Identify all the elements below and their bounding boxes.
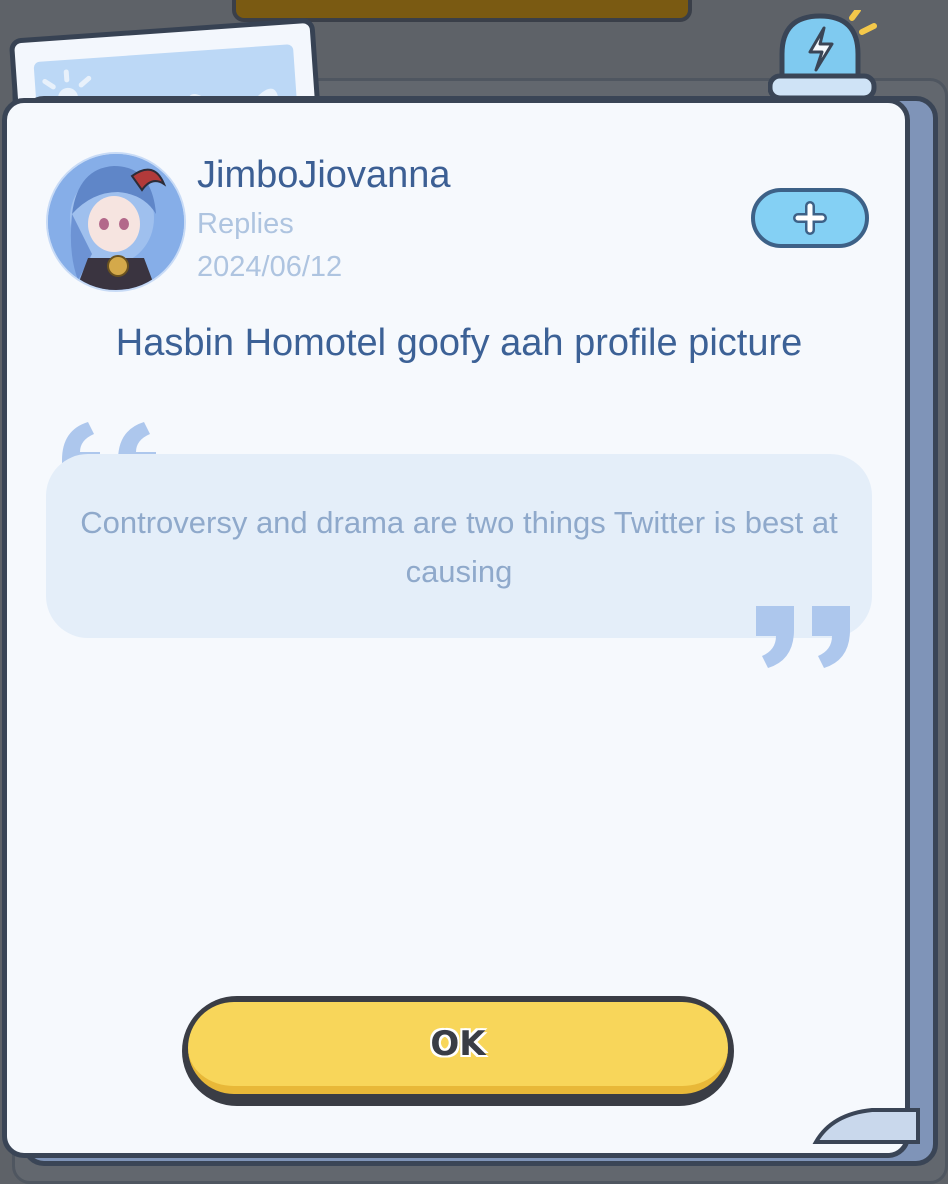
plus-icon [793,201,827,235]
ok-button-face: OK [188,1002,728,1094]
quote-text: Controversy and drama are two things Twi… [80,505,838,589]
follow-button[interactable] [751,188,869,248]
ok-button[interactable]: OK [182,996,734,1106]
avatar[interactable] [46,152,186,292]
post-category: Replies [197,208,294,240]
post-title: Hasbin Homotel goofy aah profile picture [115,322,803,364]
close-quote-icon [756,606,850,668]
page-curl-decoration [812,1108,920,1144]
ok-button-label: OK [430,1024,486,1064]
username[interactable]: JimboJiovanna [197,154,450,197]
notification-siren-icon [767,7,878,102]
avatar-image [48,154,184,290]
post-date: 2024/06/12 [197,251,343,283]
